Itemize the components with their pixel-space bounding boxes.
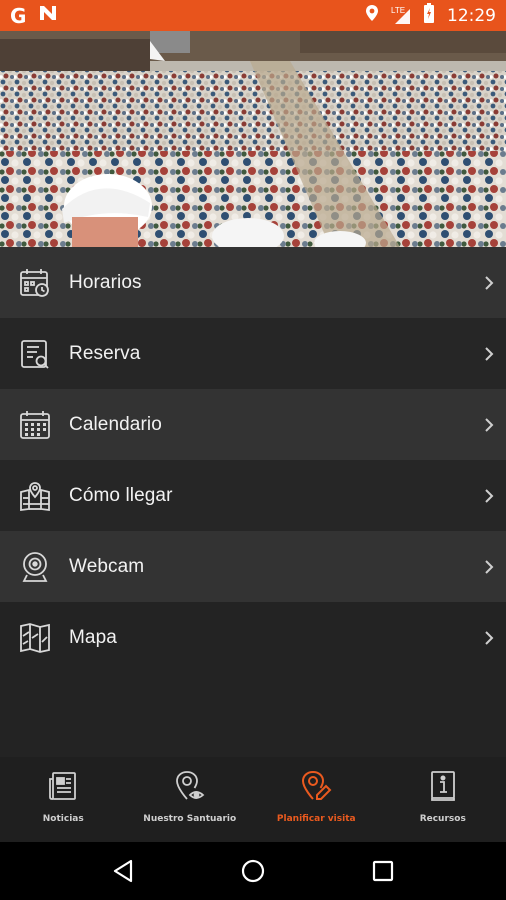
clock: 12:29	[447, 5, 496, 26]
chevron-right-icon	[485, 346, 494, 361]
menu-item-label: Webcam	[69, 555, 145, 577]
signal-icon: LTE	[391, 6, 411, 25]
back-button[interactable]	[108, 856, 138, 886]
schedule-icon	[18, 266, 52, 300]
chevron-right-icon	[485, 488, 494, 503]
menu-item-label: Calendario	[69, 413, 162, 435]
tab-nuestro-santuario[interactable]: Nuestro Santuario	[127, 757, 254, 842]
battery-icon	[423, 3, 435, 28]
menu-list: Horarios Reserva Calendario Cómo llegar …	[0, 247, 506, 673]
menu-item-label: Cómo llegar	[69, 484, 173, 506]
status-bar: G LTE 12:29	[0, 0, 506, 31]
menu-item-mapa[interactable]: Mapa	[0, 602, 506, 673]
bottom-tab-bar: Noticias Nuestro Santuario Planificar vi…	[0, 757, 506, 842]
menu-item-webcam[interactable]: Webcam	[0, 531, 506, 602]
webcam-icon	[18, 550, 52, 584]
location-edit-icon	[299, 769, 333, 803]
map-icon	[18, 621, 52, 655]
menu-item-label: Mapa	[69, 626, 117, 648]
tab-label: Planificar visita	[276, 814, 356, 824]
system-navigation-bar	[0, 842, 506, 900]
recents-button[interactable]	[368, 856, 398, 886]
reservation-icon	[18, 337, 52, 371]
directions-map-icon	[18, 479, 52, 513]
calendar-icon	[18, 408, 52, 442]
tab-noticias[interactable]: Noticias	[0, 757, 127, 842]
tab-label: Recursos	[419, 814, 466, 824]
chevron-right-icon	[485, 630, 494, 645]
chevron-right-icon	[485, 559, 494, 574]
tab-planificar-visita[interactable]: Planificar visita	[253, 757, 380, 842]
info-book-icon	[426, 769, 460, 803]
location-icon	[365, 4, 379, 27]
crowd-photo	[0, 31, 506, 247]
menu-item-reserva[interactable]: Reserva	[0, 318, 506, 389]
tab-label: Noticias	[42, 814, 84, 824]
chevron-right-icon	[485, 275, 494, 290]
empty-area	[0, 673, 506, 757]
home-button[interactable]	[238, 856, 268, 886]
google-icon: G	[10, 3, 27, 28]
newspaper-icon	[46, 769, 80, 803]
menu-item-label: Reserva	[69, 342, 141, 364]
tab-label: Nuestro Santuario	[143, 814, 237, 824]
tab-recursos[interactable]: Recursos	[380, 757, 506, 842]
menu-item-horarios[interactable]: Horarios	[0, 247, 506, 318]
chevron-right-icon	[485, 417, 494, 432]
menu-item-como-llegar[interactable]: Cómo llegar	[0, 460, 506, 531]
menu-item-calendario[interactable]: Calendario	[0, 389, 506, 460]
news-icon	[38, 4, 58, 27]
menu-item-label: Horarios	[69, 271, 142, 293]
location-eye-icon	[173, 769, 207, 803]
